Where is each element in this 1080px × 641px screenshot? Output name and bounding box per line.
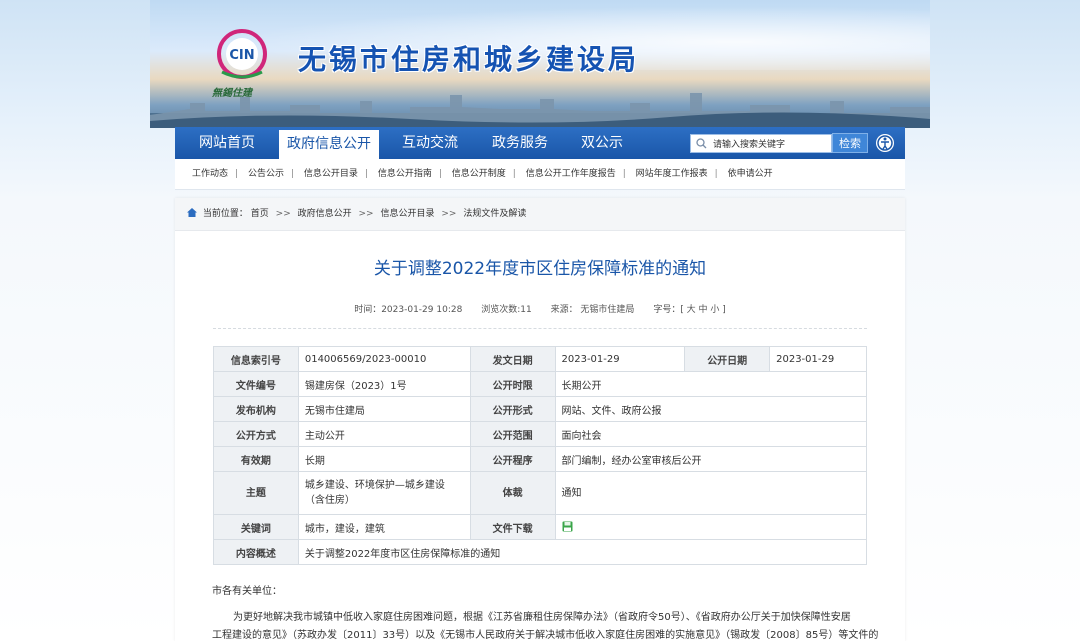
table-key: 公开形式 bbox=[469, 396, 556, 422]
table-value: 城市，建设，建筑 bbox=[297, 514, 471, 540]
breadcrumb-catalog[interactable]: 信息公开目录 bbox=[380, 209, 434, 219]
table-value: 城乡建设、环境保护—城乡建设 （含住房） bbox=[297, 471, 471, 515]
table-value: 锡建房保（2023）1号 bbox=[297, 371, 471, 397]
city-skyline-image bbox=[150, 93, 930, 128]
subnav-item-apply[interactable]: 依申请公开 bbox=[728, 169, 773, 179]
table-key: 公开时限 bbox=[469, 371, 556, 397]
subnav-item-annual-report[interactable]: 信息公开工作年度报告 bbox=[526, 169, 616, 179]
subnav-divider: | bbox=[290, 169, 294, 179]
table-value: 014006569/2023-00010 bbox=[297, 346, 471, 372]
logo-subtext: 無錫住建 bbox=[212, 88, 252, 99]
subnav-item-guide[interactable]: 信息公开指南 bbox=[378, 169, 432, 179]
table-row: 有效期 长期 公开程序 部门编制，经办公室审核后公开 bbox=[213, 446, 867, 472]
table-value bbox=[554, 514, 867, 540]
breadcrumb: 当前位置： 首页 >> 政府信息公开 >> 信息公开目录 >> 法规文件及解读 bbox=[175, 198, 905, 231]
article-time: 时间：2023-01-29 10:28 bbox=[354, 305, 463, 315]
table-key: 公开程序 bbox=[469, 446, 556, 472]
info-table: 信息索引号 014006569/2023-00010 发文日期 2023-01-… bbox=[213, 346, 868, 565]
table-key: 体裁 bbox=[469, 471, 556, 515]
table-key: 文件下载 bbox=[469, 514, 556, 540]
subnav-item-catalog[interactable]: 信息公开目录 bbox=[304, 169, 358, 179]
table-key: 公开日期 bbox=[684, 346, 771, 372]
nav-double-publicity[interactable]: 双公示 bbox=[569, 127, 635, 159]
subnav-item-site-report[interactable]: 网站年度工作报表 bbox=[636, 169, 708, 179]
body-salutation: 市各有关单位： bbox=[212, 586, 282, 597]
table-row: 文件编号 锡建房保（2023）1号 公开时限 长期公开 bbox=[213, 371, 867, 397]
search-icon bbox=[696, 138, 707, 149]
subnav-item-work-news[interactable]: 工作动态 bbox=[192, 169, 228, 179]
search-input[interactable]: 请输入搜索关键字 bbox=[690, 134, 832, 153]
font-size-switch[interactable]: 字号：[ 大 中 小 ] bbox=[653, 305, 725, 315]
table-key: 文件编号 bbox=[213, 371, 299, 397]
article-source: 来源： 无锡市住建局 bbox=[550, 305, 635, 315]
table-row: 关键词 城市，建设，建筑 文件下载 bbox=[213, 514, 867, 540]
table-value: 长期公开 bbox=[554, 371, 867, 397]
table-key: 主题 bbox=[213, 471, 299, 515]
main-nav: 网站首页 政府信息公开 互动交流 政务服务 双公示 请输入搜索关键字 检索 bbox=[175, 127, 905, 159]
table-key: 有效期 bbox=[213, 446, 299, 472]
table-row: 主题 城乡建设、环境保护—城乡建设 （含住房） 体裁 通知 bbox=[213, 471, 867, 515]
table-key: 信息索引号 bbox=[213, 346, 299, 372]
subnav-divider: | bbox=[438, 169, 442, 179]
subnav-divider: | bbox=[512, 169, 516, 179]
subnav-divider: | bbox=[235, 169, 239, 179]
table-value: 通知 bbox=[554, 471, 867, 515]
article-title: 关于调整2022年度市区住房保障标准的通知 bbox=[373, 259, 707, 279]
nav-gov-service[interactable]: 政务服务 bbox=[479, 127, 561, 159]
home-icon bbox=[187, 208, 197, 217]
site-title: 无锡市住房和城乡建设局 bbox=[298, 43, 640, 76]
article-views: 浏览次数:11 bbox=[481, 305, 532, 315]
save-file-icon[interactable] bbox=[562, 521, 573, 532]
table-key: 发文日期 bbox=[469, 346, 556, 372]
article-meta: 时间：2023-01-29 10:28 浏览次数:11 来源： 无锡市住建局 字… bbox=[175, 302, 905, 315]
table-key: 公开范围 bbox=[469, 421, 556, 447]
cin-logo-icon: CIN bbox=[217, 29, 267, 79]
subnav-item-system[interactable]: 信息公开制度 bbox=[452, 169, 506, 179]
breadcrumb-separator: >> bbox=[441, 209, 457, 219]
subnav-divider: | bbox=[364, 169, 368, 179]
breadcrumb-label: 当前位置： bbox=[202, 209, 248, 219]
table-value: 网站、文件、政府公报 bbox=[554, 396, 867, 422]
table-value: 无锡市住建局 bbox=[297, 396, 471, 422]
table-key: 公开方式 bbox=[213, 421, 299, 447]
nav-gov-info[interactable]: 政府信息公开 bbox=[279, 130, 379, 159]
table-value: 部门编制，经办公室审核后公开 bbox=[554, 446, 867, 472]
table-row: 信息索引号 014006569/2023-00010 发文日期 2023-01-… bbox=[213, 346, 867, 372]
body-paragraph-line: 工程建设的意见》（苏政办发〔2011〕33号）以及《无锡市人民政府关于解决城市低… bbox=[212, 630, 879, 641]
body-paragraph-line: 为更好地解决我市城镇中低收入家庭住房困难问题，根据《江苏省廉租住房保障办法》（省… bbox=[233, 612, 851, 623]
subnav-item-announcements[interactable]: 公告公示 bbox=[248, 169, 284, 179]
table-key: 内容概述 bbox=[213, 539, 299, 565]
table-key: 关键词 bbox=[213, 514, 299, 540]
topic-line-1: 城乡建设、环境保护—城乡建设 bbox=[304, 480, 445, 491]
content-card: 当前位置： 首页 >> 政府信息公开 >> 信息公开目录 >> 法规文件及解读 … bbox=[175, 198, 905, 641]
breadcrumb-home[interactable]: 首页 bbox=[251, 209, 269, 219]
dashed-divider bbox=[213, 328, 867, 329]
search-button[interactable]: 检索 bbox=[832, 133, 868, 153]
svg-text:CIN: CIN bbox=[229, 48, 254, 63]
breadcrumb-separator: >> bbox=[275, 209, 291, 219]
subnav-divider: | bbox=[622, 169, 626, 179]
subnav-divider: | bbox=[714, 169, 718, 179]
sub-nav: 工作动态 | 公告公示 | 信息公开目录 | 信息公开指南 | 信息公开制度 | 信息公开… bbox=[175, 159, 905, 190]
table-value: 面向社会 bbox=[554, 421, 867, 447]
breadcrumb-gov-info[interactable]: 政府信息公开 bbox=[298, 209, 352, 219]
table-value: 主动公开 bbox=[297, 421, 471, 447]
topic-line-2: （含住房） bbox=[304, 495, 355, 506]
table-key: 发布机构 bbox=[213, 396, 299, 422]
nav-home[interactable]: 网站首页 bbox=[185, 127, 269, 159]
table-row: 发布机构 无锡市住建局 公开形式 网站、文件、政府公报 bbox=[213, 396, 867, 422]
header-banner: CIN 無錫住建 无锡市住房和城乡建设局 bbox=[150, 0, 930, 128]
table-row: 内容概述 关于调整2022年度市区住房保障标准的通知 bbox=[213, 539, 868, 565]
nav-interaction[interactable]: 互动交流 bbox=[389, 127, 471, 159]
table-value: 关于调整2022年度市区住房保障标准的通知 bbox=[297, 539, 868, 565]
breadcrumb-regulations[interactable]: 法规文件及解读 bbox=[463, 209, 526, 219]
search-placeholder: 请输入搜索关键字 bbox=[713, 140, 786, 150]
table-row: 公开方式 主动公开 公开范围 面向社会 bbox=[213, 421, 867, 447]
table-value: 2023-01-29 bbox=[769, 346, 867, 372]
breadcrumb-separator: >> bbox=[358, 209, 374, 219]
table-value: 长期 bbox=[297, 446, 471, 472]
accessibility-icon[interactable] bbox=[875, 133, 895, 153]
table-value: 2023-01-29 bbox=[554, 346, 686, 372]
